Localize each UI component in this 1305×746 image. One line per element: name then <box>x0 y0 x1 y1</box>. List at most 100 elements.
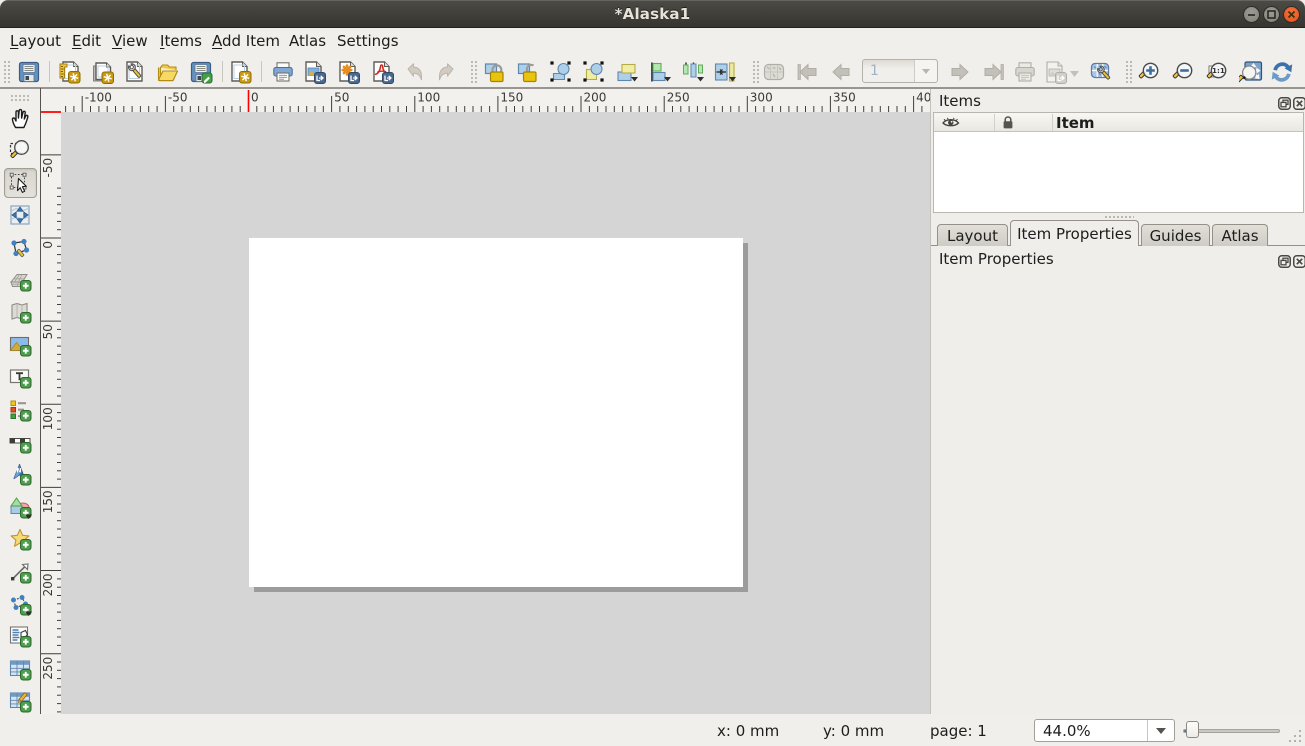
atlas-next-button[interactable] <box>948 60 972 84</box>
horizontal-ruler: -100-50050100150200250300350400 <box>61 89 930 112</box>
zoom-actual-button[interactable]: 1:1 <box>1205 60 1229 84</box>
atlas-first-button[interactable] <box>796 60 820 84</box>
add-fixed-table-button[interactable] <box>8 689 32 713</box>
edit-nodes-item-button[interactable] <box>8 236 32 260</box>
atlas-last-button[interactable] <box>981 60 1005 84</box>
window-resize-grip[interactable] <box>1287 728 1303 744</box>
toolbar-separator <box>49 61 50 82</box>
add-map-button[interactable] <box>8 300 32 324</box>
add-node-item-button[interactable] <box>8 592 32 616</box>
item-properties-float-button[interactable] <box>1278 253 1291 266</box>
layout-canvas[interactable] <box>61 112 930 714</box>
select-all-button[interactable] <box>549 60 573 84</box>
toolbar-drag-handle[interactable] <box>3 60 10 83</box>
add-shape-button[interactable] <box>8 495 32 519</box>
item-properties-close-button[interactable] <box>1293 253 1305 266</box>
zoom-level-combobox[interactable]: 44.0% <box>1034 719 1175 742</box>
maximize-button[interactable] <box>1263 6 1280 23</box>
atlas-settings-button[interactable] <box>1089 60 1113 84</box>
svg-text:100: 100 <box>417 91 440 105</box>
svg-text:50: 50 <box>334 91 349 105</box>
atlas-preview-button[interactable] <box>762 60 786 84</box>
zoom-out-button[interactable] <box>1171 60 1195 84</box>
pan-layout-button[interactable] <box>8 106 32 130</box>
tab-item-properties[interactable]: Item Properties <box>1010 220 1139 246</box>
resize-items-icon <box>713 60 737 84</box>
zoom-slider-handle[interactable] <box>1186 721 1199 738</box>
svg-text:200: 200 <box>584 91 607 105</box>
open-layout-button[interactable] <box>156 60 180 84</box>
lock-items-button[interactable] <box>483 60 507 84</box>
menu-atlas[interactable]: Atlas <box>289 28 326 55</box>
export-pdf-button[interactable] <box>370 60 394 84</box>
zoom-combo-dropdown[interactable] <box>1147 720 1174 741</box>
menu-view[interactable]: View <box>112 28 148 55</box>
toolbox-drag-handle[interactable] <box>10 94 31 101</box>
new-layout-button[interactable] <box>57 60 81 84</box>
tab-layout[interactable]: Layout <box>937 224 1008 246</box>
zoom-in-button[interactable] <box>1137 60 1161 84</box>
toolbar-drag-handle[interactable] <box>470 60 477 83</box>
add-html-button[interactable] <box>8 624 32 648</box>
items-tree[interactable]: Item <box>933 112 1304 213</box>
add-legend-icon <box>8 398 32 422</box>
menu-edit[interactable]: Edit <box>72 28 101 55</box>
tab-guides[interactable]: Guides <box>1141 224 1210 246</box>
export-svg-button[interactable] <box>336 60 360 84</box>
layout-page[interactable] <box>249 238 743 587</box>
lock-items-icon <box>483 60 507 84</box>
close-button[interactable] <box>1283 6 1300 23</box>
print-icon <box>271 60 295 84</box>
zoom-full-button[interactable] <box>1239 60 1263 84</box>
toolbar-drag-handle[interactable] <box>752 60 759 83</box>
tab-atlas[interactable]: Atlas <box>1212 224 1268 246</box>
save-as-template-button[interactable] <box>228 60 252 84</box>
atlas-page-combobox[interactable]: 1 <box>862 59 938 83</box>
menu-items[interactable]: Items <box>160 28 202 55</box>
menu-settings[interactable]: Settings <box>337 28 399 55</box>
resize-items-button[interactable] <box>713 60 737 84</box>
svg-text:150: 150 <box>41 490 55 513</box>
items-tree-header: Item <box>934 113 1303 132</box>
export-atlas-button[interactable] <box>1043 60 1067 84</box>
add-north-arrow-button[interactable]: N <box>8 462 32 486</box>
refresh-button[interactable] <box>1270 60 1294 84</box>
distribute-items-button[interactable] <box>681 60 705 84</box>
save-layout-button[interactable] <box>17 60 41 84</box>
duplicate-layout-button[interactable] <box>90 60 114 84</box>
layout-manager-button[interactable] <box>123 60 147 84</box>
save-as-button[interactable] <box>189 60 213 84</box>
minimize-button[interactable] <box>1243 6 1260 23</box>
add-legend-button[interactable] <box>8 398 32 422</box>
add-arrow-button[interactable] <box>8 560 32 584</box>
add-3d-map-button[interactable] <box>8 268 32 292</box>
menu-layout[interactable]: Layout <box>10 28 61 55</box>
atlas-prev-button[interactable] <box>829 60 853 84</box>
add-attribute-table-button[interactable] <box>8 657 32 681</box>
items-panel-close-button[interactable] <box>1293 95 1305 108</box>
add-scalebar-button[interactable] <box>8 430 32 454</box>
align-items-button[interactable] <box>648 60 672 84</box>
unlock-items-button[interactable] <box>516 60 540 84</box>
raise-items-button[interactable] <box>615 60 639 84</box>
add-picture-button[interactable] <box>8 333 32 357</box>
svg-text:350: 350 <box>833 91 856 105</box>
toolbar-drag-handle[interactable] <box>1125 60 1132 83</box>
menu-add-item[interactable]: Add Item <box>212 28 280 55</box>
export-image-button[interactable] <box>302 60 326 84</box>
select-move-item-button[interactable] <box>8 171 32 195</box>
titlebar[interactable]: *Alaska1 <box>0 0 1305 28</box>
move-item-content-button[interactable] <box>8 203 32 227</box>
print-button[interactable] <box>271 60 295 84</box>
deselect-all-button[interactable] <box>582 60 606 84</box>
undo-button[interactable] <box>402 60 426 84</box>
svg-text:400: 400 <box>916 91 930 105</box>
zoom-tool-button[interactable] <box>8 138 32 162</box>
print-atlas-button[interactable] <box>1013 60 1037 84</box>
items-panel-float-button[interactable] <box>1278 95 1291 108</box>
add-label-button[interactable] <box>8 365 32 389</box>
atlas-next-icon <box>948 60 972 84</box>
refresh-icon <box>1270 60 1294 84</box>
redo-button[interactable] <box>435 60 459 84</box>
add-marker-button[interactable] <box>8 527 32 551</box>
